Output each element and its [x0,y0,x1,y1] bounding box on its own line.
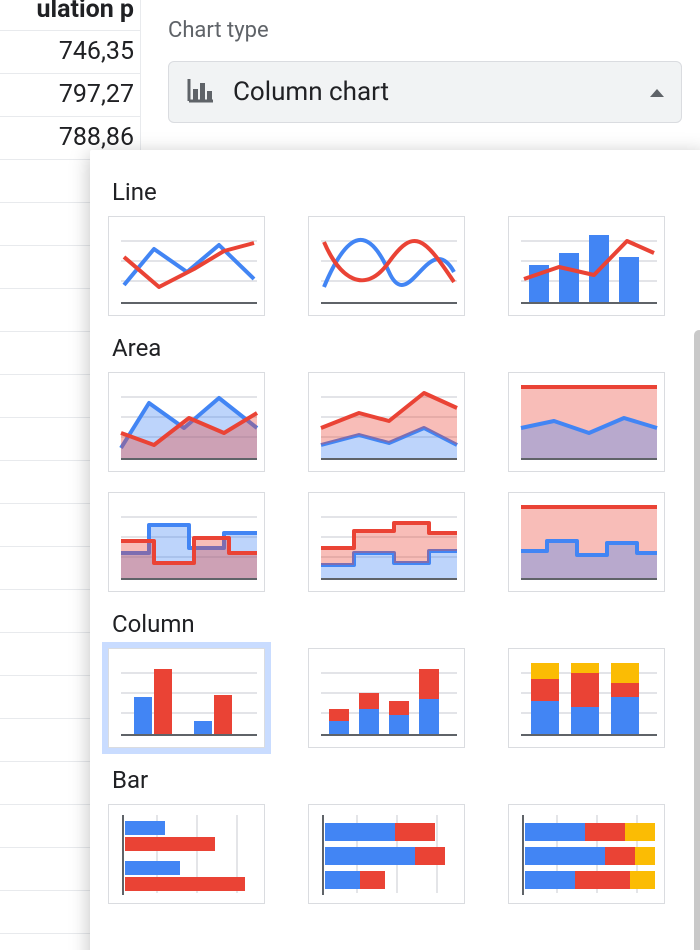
column-chart-icon [185,77,215,107]
thumb-stacked-column-chart[interactable] [308,648,465,748]
thumb-line-chart[interactable] [108,216,265,316]
spreadsheet-cell[interactable]: 797,27 [0,73,140,116]
chart-type-selected-text: Column chart [233,77,389,107]
thumb-stacked-bar-chart[interactable] [308,804,465,904]
thumb-stacked-area-chart[interactable] [308,372,465,472]
caret-up-icon [649,83,665,102]
thumb-stacked-stepped-area-chart[interactable] [308,492,465,592]
chart-editor-panel: Chart type Column chart [150,0,700,133]
thumb-column-chart[interactable] [108,648,265,748]
section-column: Column [112,610,684,638]
chart-type-dropdown: Line Area Column [90,150,700,950]
thumb-full-stacked-column-chart[interactable] [508,648,665,748]
thumb-full-stacked-area-chart[interactable] [508,372,665,472]
thumb-bar-chart[interactable] [108,804,265,904]
thumb-stepped-area-chart[interactable] [108,492,265,592]
column-header: ulation p [0,0,140,30]
section-area: Area [112,334,684,362]
dropdown-scrollbar[interactable] [694,330,700,950]
thumb-combo-line-column[interactable] [508,216,665,316]
thumb-full-stacked-bar-chart[interactable] [508,804,665,904]
thumb-smooth-line-chart[interactable] [308,216,465,316]
section-line: Line [112,178,684,206]
spreadsheet-cell[interactable]: 746,35 [0,30,140,73]
thumb-area-chart[interactable] [108,372,265,472]
chart-type-label: Chart type [168,18,682,43]
section-bar: Bar [112,766,684,794]
thumb-full-stacked-stepped-area-chart[interactable] [508,492,665,592]
chart-type-select[interactable]: Column chart [168,61,682,123]
